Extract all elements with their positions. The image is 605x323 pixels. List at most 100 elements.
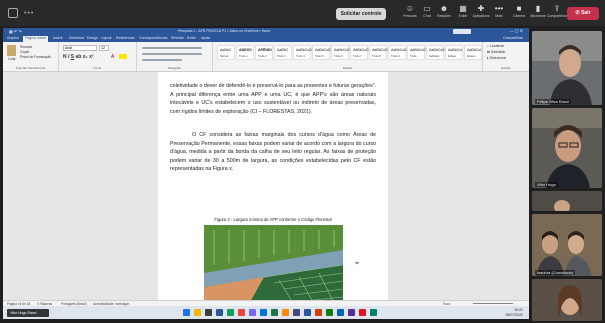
taskbar-app-icon[interactable]: [282, 309, 289, 316]
style-item[interactable]: AaBbCcD Título 4: [293, 45, 312, 60]
taskbar-app-icon[interactable]: [249, 309, 256, 316]
taskbar-app-icon[interactable]: [271, 309, 278, 316]
editing-group: ⌕ Localizar ⇄ Substituir ▸ Selecionar Ed…: [483, 42, 529, 71]
taskbar-app-icon[interactable]: [370, 309, 377, 316]
cut-button[interactable]: Recortar: [20, 45, 32, 49]
style-name: Título 6: [334, 55, 343, 58]
taskbar-app-icon[interactable]: [194, 309, 201, 316]
participant-tile-3[interactable]: [532, 191, 602, 211]
taskbar-app-icon[interactable]: [359, 309, 366, 316]
tab-5[interactable]: Layout: [101, 36, 112, 41]
teams-button-label: Mais: [495, 14, 503, 18]
style-item[interactable]: AaBbCcI Ênfase: [445, 45, 463, 60]
taskbar-app-icon[interactable]: [337, 309, 344, 316]
window-controls[interactable]: — ▢ ✕: [510, 28, 523, 33]
system-tray-clock[interactable]: 19:21 05/07/2022: [505, 308, 523, 317]
tab-6[interactable]: Referências: [116, 36, 135, 41]
style-name: Título 8: [372, 55, 381, 58]
copy-button[interactable]: Copiar: [20, 50, 29, 54]
style-name: Título: [410, 55, 417, 58]
style-item[interactable]: AaBbCcD Título 8: [369, 45, 388, 60]
style-name: Título 1: [239, 55, 248, 58]
participant-tile-1[interactable]: Felipe Silva Ranzi: [532, 31, 602, 105]
format-painter-button[interactable]: Pincel de Formatação: [20, 55, 51, 59]
tab-9[interactable]: Exibir: [187, 36, 196, 41]
style-item[interactable]: AaBbCcD Título 6: [331, 45, 350, 60]
style-item[interactable]: AaBbCcD Subtítulo: [426, 45, 445, 60]
taskbar-app-icon[interactable]: [326, 309, 333, 316]
styles-group: AaBbC Normal ANEXO Título 1 APÊNDI Título 2 Aa…: [213, 42, 483, 71]
style-name: Título 7: [353, 55, 362, 58]
taskbar-app-icon[interactable]: [227, 309, 234, 316]
quick-access-icons[interactable]: ▦ ↶ ↷: [9, 29, 22, 34]
style-sample: ANEXO: [239, 48, 252, 52]
teams-share-button[interactable]: ⇪ Compartilhar: [546, 3, 568, 23]
font-color-icon[interactable]: A: [111, 54, 114, 60]
mouse-cursor-icon: ⌖: [355, 260, 359, 267]
participant-video-4: [532, 214, 602, 276]
share-button[interactable]: Compartilhar: [503, 36, 523, 41]
style-sample: AaBbC: [220, 48, 232, 52]
participant-tile-2[interactable]: Vitor Hugo: [532, 108, 602, 188]
more-options-icon[interactable]: •••: [24, 10, 34, 17]
paste-icon[interactable]: [7, 45, 16, 56]
taskbar-app-icon[interactable]: [205, 309, 212, 316]
document-page[interactable]: coletividade o dever de defendê-lo e pre…: [158, 72, 388, 313]
leave-button-label: Sair: [581, 10, 591, 16]
tab-8[interactable]: Revisão: [171, 36, 184, 41]
zoom-slider[interactable]: [473, 303, 513, 304]
replace-button[interactable]: ⇄ Substituir: [487, 50, 506, 54]
style-sample: AaBbCcD: [296, 48, 312, 52]
taskbar-app-icon[interactable]: [315, 309, 322, 316]
find-button[interactable]: ⌕ Localizar: [487, 44, 504, 48]
style-item[interactable]: AaBbC Título 3: [274, 45, 292, 60]
tab-2[interactable]: Inserir: [53, 36, 63, 41]
taskbar-app-icon[interactable]: [304, 309, 311, 316]
tab-7[interactable]: Correspondências: [139, 36, 167, 41]
style-sample: AaBbCcD: [334, 48, 350, 52]
taskbar-app-icon[interactable]: [183, 309, 190, 316]
request-control-button[interactable]: Solicitar controle: [336, 8, 386, 20]
style-item[interactable]: AaBbCcD Título 7: [350, 45, 369, 60]
participant-tile-4[interactable]: Isadora (Convidado): [532, 214, 602, 276]
font-size-select[interactable]: 12: [99, 45, 109, 51]
tab-10[interactable]: Ajuda: [201, 36, 210, 41]
style-item[interactable]: ANEXO Título 1: [236, 45, 254, 60]
taskbar-user-tag: Vitor Hugo Ranzi: [7, 309, 49, 317]
teams-more-button[interactable]: ••• Mais: [488, 3, 510, 23]
paragraph-1[interactable]: coletividade o dever de defendê-lo e pre…: [170, 82, 376, 116]
paragraph-2[interactable]: O CF considera as faixas marginais dos c…: [170, 131, 376, 174]
highlight-icon[interactable]: [119, 54, 127, 59]
teams-button-label: Compartilhar: [546, 14, 568, 18]
leave-button[interactable]: ✆ Sair: [567, 7, 599, 20]
taskbar-app-icon[interactable]: [348, 309, 355, 316]
style-item[interactable]: AaBbCcD Título: [407, 45, 426, 60]
bold-italic-underline-buttons[interactable]: N I S ab x₂ x²: [63, 54, 94, 60]
select-button[interactable]: ▸ Selecionar: [487, 56, 506, 60]
tab-0[interactable]: Arquivo: [7, 36, 19, 41]
style-item[interactable]: AaBbCcD Título 5: [312, 45, 331, 60]
taskbar-app-icon[interactable]: [260, 309, 267, 316]
font-name-select[interactable]: Arial: [63, 45, 97, 51]
tab-4[interactable]: Design: [87, 36, 98, 41]
style-name: Título 2: [258, 55, 267, 58]
participant-name-2: Vitor Hugo: [535, 182, 558, 187]
account-button[interactable]: [453, 29, 471, 34]
style-item[interactable]: APÊNDI Título 2: [255, 45, 273, 60]
style-item[interactable]: AaBbC Normal: [217, 45, 235, 60]
style-name: Normal: [220, 55, 229, 58]
style-item[interactable]: AaBbCcI Ênfase...: [464, 45, 482, 60]
style-name: Ênfase: [448, 55, 457, 58]
teams-meeting-window: ••• Solicitar controle ☺ Pessoas ▭ Chat ☻ Rea…: [0, 0, 605, 323]
taskbar-app-icon[interactable]: [216, 309, 223, 316]
paste-button[interactable]: Colar: [8, 57, 16, 61]
style-item[interactable]: AaBbCcD Título 9: [388, 45, 407, 60]
participant-tile-5[interactable]: [532, 279, 602, 321]
taskbar-app-icon[interactable]: [293, 309, 300, 316]
editing-group-label: Edição: [501, 66, 511, 70]
document-area[interactable]: coletividade o dever de defendê-lo e pre…: [3, 72, 529, 313]
ribbon-tabs: Compartilhar Arquivo Página Inicial Inseri…: [3, 35, 529, 42]
paragraph-group: Parágrafo: [137, 42, 213, 71]
taskbar-app-icon[interactable]: [238, 309, 245, 316]
tab-3[interactable]: Desenhar: [69, 36, 84, 41]
